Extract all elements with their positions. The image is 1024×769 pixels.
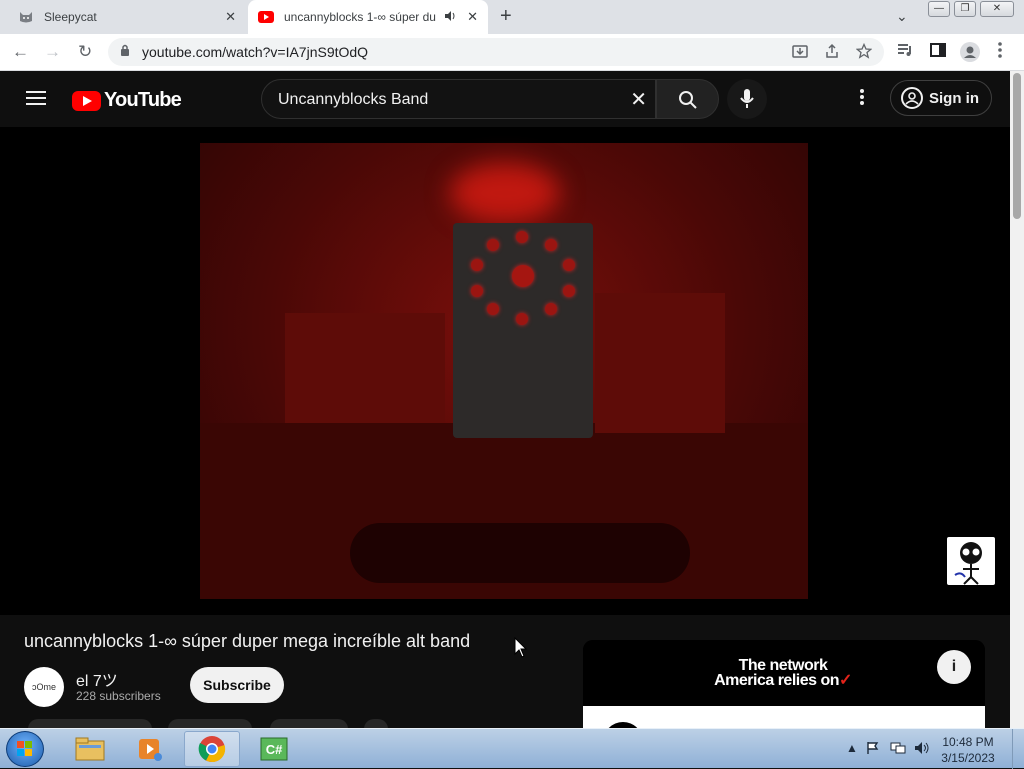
settings-more-icon[interactable]	[852, 89, 872, 109]
url-text: youtube.com/watch?v=IA7jnS9tOdQ	[142, 44, 369, 60]
profile-avatar-icon[interactable]	[960, 42, 980, 67]
minimize-button[interactable]: —	[928, 1, 950, 17]
browser-tab-strip: Sleepycat ✕ uncannyblocks 1-∞ súper du ✕…	[0, 0, 1024, 34]
media-queue-icon[interactable]	[896, 42, 914, 63]
youtube-play-icon	[72, 90, 101, 111]
tab-search-chevron-icon[interactable]: ⌄	[896, 8, 908, 25]
tab-title: uncannyblocks 1-∞ súper du	[284, 10, 436, 24]
search-icon	[679, 91, 697, 109]
video-title: uncannyblocks 1-∞ súper duper mega incre…	[24, 631, 471, 651]
search-query: Uncannyblocks Band	[278, 91, 429, 108]
windows-taskbar: C# ▲ 10:48 PM 3/15/2023	[0, 728, 1024, 769]
page-scrollbar[interactable]	[1010, 71, 1024, 728]
ad-info-icon[interactable]: i	[937, 650, 971, 684]
system-clock[interactable]: 10:48 PM 3/15/2023	[938, 734, 998, 766]
mouse-cursor-icon	[514, 637, 528, 658]
file-explorer-icon[interactable]	[62, 731, 118, 767]
close-tab-icon[interactable]: ✕	[467, 9, 478, 25]
ad-line-1: The network	[738, 657, 828, 674]
cat-icon	[18, 9, 34, 25]
forward-button[interactable]: →	[44, 42, 61, 62]
csharp-icon[interactable]: C#	[246, 731, 302, 767]
clock-date: 3/15/2023	[941, 751, 995, 765]
network-icon[interactable]	[890, 741, 906, 758]
sign-in-button[interactable]: Sign in	[890, 80, 992, 116]
tab-sleepycat[interactable]: Sleepycat ✕	[8, 0, 246, 34]
media-player-icon[interactable]	[122, 731, 178, 767]
video-creature-figure	[453, 223, 593, 438]
search-button[interactable]	[656, 79, 719, 119]
show-desktop-button[interactable]	[1012, 729, 1024, 769]
subscribe-button[interactable]: Subscribe	[190, 667, 284, 703]
share-icon[interactable]	[824, 43, 840, 63]
search-input[interactable]: Uncannyblocks Band ✕	[261, 79, 656, 119]
chrome-icon[interactable]	[184, 731, 240, 767]
channel-name[interactable]: el 7ツ	[76, 667, 118, 691]
start-button[interactable]	[6, 731, 44, 767]
sign-in-label: Sign in	[929, 89, 979, 107]
ad-card[interactable]: The network America relies on✓ i	[583, 640, 985, 728]
svg-text:C#: C#	[266, 742, 283, 757]
youtube-icon	[258, 9, 274, 25]
tab-title: Sleepycat	[44, 10, 97, 24]
clear-search-icon[interactable]: ✕	[630, 87, 647, 112]
browser-toolbar: ← → ↻ youtube.com/watch?v=IA7jnS9tOdQ	[0, 34, 1024, 71]
video-frame	[200, 143, 808, 599]
account-icon	[901, 87, 923, 109]
scrollbar-thumb[interactable]	[1013, 73, 1021, 219]
tab-youtube-video[interactable]: uncannyblocks 1-∞ súper du ✕	[248, 0, 488, 34]
channel-avatar[interactable]: ɔOme	[24, 667, 64, 707]
close-tab-icon[interactable]: ✕	[225, 9, 236, 25]
menu-icon[interactable]	[26, 91, 46, 105]
channel-watermark-icon[interactable]	[947, 537, 995, 585]
chrome-menu-icon[interactable]	[998, 42, 1002, 63]
restore-button[interactable]: ❐	[954, 1, 976, 17]
subscriber-count: 228 subscribers	[76, 689, 161, 703]
checkmark-icon: ✓	[839, 672, 852, 689]
address-bar[interactable]: youtube.com/watch?v=IA7jnS9tOdQ	[108, 38, 884, 66]
new-tab-button[interactable]: +	[500, 6, 512, 26]
close-window-button[interactable]: ✕	[980, 1, 1014, 17]
youtube-header: YouTube Uncannyblocks Band ✕ Sign in	[0, 71, 1010, 127]
back-button[interactable]: ←	[12, 42, 29, 62]
windows-logo-icon	[17, 741, 33, 757]
bookmark-star-icon[interactable]	[855, 42, 873, 63]
tray-overflow-chevron-icon[interactable]: ▲	[846, 741, 858, 755]
youtube-logo[interactable]: YouTube	[72, 89, 182, 112]
youtube-wordmark: YouTube	[104, 89, 182, 111]
ad-line-2: America relies on	[714, 672, 839, 689]
clock-time: 10:48 PM	[942, 735, 994, 749]
speaker-icon[interactable]	[444, 10, 456, 25]
ad-headline: The network America relies on✓	[683, 657, 883, 689]
action-center-flag-icon[interactable]	[866, 741, 880, 758]
reload-button[interactable]: ↻	[78, 42, 92, 62]
voice-search-button[interactable]	[727, 79, 767, 119]
microphone-icon	[740, 89, 754, 108]
lock-icon[interactable]	[120, 44, 130, 60]
volume-icon[interactable]	[914, 741, 930, 758]
video-player[interactable]	[0, 127, 1010, 615]
watch-metadata: uncannyblocks 1-∞ súper duper mega incre…	[0, 615, 1010, 739]
install-app-icon[interactable]	[792, 43, 808, 63]
channel-avatar-text: ɔOme	[31, 682, 56, 692]
side-panel-icon[interactable]	[930, 42, 946, 63]
